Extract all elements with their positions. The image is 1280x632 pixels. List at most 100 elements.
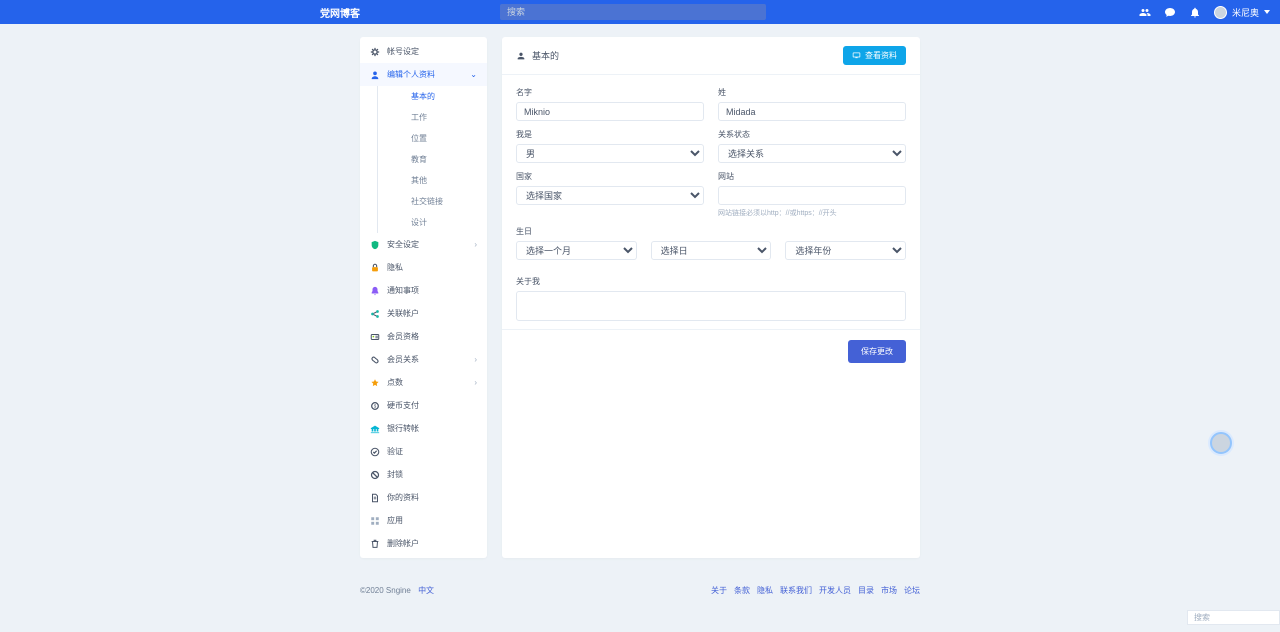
floating-chat-avatar[interactable] xyxy=(1210,432,1232,454)
footer-link[interactable]: 开发人员 xyxy=(819,586,851,595)
sidebar-item[interactable]: 编辑个人资料⌄ xyxy=(360,63,487,86)
label-relationship: 关系状态 xyxy=(718,129,906,140)
bank-icon xyxy=(370,424,380,434)
sidebar-item-label: 通知事项 xyxy=(387,285,419,296)
sidebar-item-label: 关联帐户 xyxy=(387,308,419,319)
bottom-search-bar[interactable]: 搜索 xyxy=(1187,610,1280,625)
sidebar-item[interactable]: 验证 xyxy=(360,440,487,463)
label-birthday: 生日 xyxy=(516,226,906,237)
country-select[interactable]: 选择国家 xyxy=(516,186,704,205)
label-first-name: 名字 xyxy=(516,87,704,98)
sidebar-item-label: 验证 xyxy=(387,446,403,457)
sidebar-item[interactable]: 应用 xyxy=(360,509,487,532)
label-last-name: 姓 xyxy=(718,87,906,98)
sidebar-item[interactable]: 帐号设定 xyxy=(360,40,487,63)
lock-icon xyxy=(370,263,380,273)
sidebar-item[interactable]: $硬币支付 xyxy=(360,394,487,417)
label-iam: 我是 xyxy=(516,129,704,140)
doc-icon xyxy=(370,493,380,503)
header: 党网博客 米尼奥 xyxy=(0,0,1280,24)
sidebar-sub-item[interactable]: 工作 xyxy=(406,107,487,128)
notifications-icon[interactable] xyxy=(1189,6,1201,18)
settings-sidebar: 帐号设定编辑个人资料⌄基本的工作位置教育其他社交链接设计安全设定›隐私通知事项关… xyxy=(360,37,487,558)
sidebar-item[interactable]: 点数› xyxy=(360,371,487,394)
sidebar-sub-item[interactable]: 设计 xyxy=(406,212,487,233)
label-about: 关于我 xyxy=(516,276,906,287)
trash-icon xyxy=(370,539,380,549)
sidebar-item-label: 删除帐户 xyxy=(387,538,419,549)
svg-text:$: $ xyxy=(374,403,377,408)
header-search xyxy=(500,4,766,20)
sidebar-item[interactable]: 删除帐户 xyxy=(360,532,487,555)
save-button[interactable]: 保存更改 xyxy=(848,340,906,363)
gear-icon xyxy=(370,47,380,57)
sidebar-sub-item[interactable]: 社交链接 xyxy=(406,191,487,212)
search-input[interactable] xyxy=(500,4,766,20)
sidebar-item[interactable]: 隐私 xyxy=(360,256,487,279)
footer-left: ©2020 Sngine 中文 xyxy=(360,585,434,596)
birth-month-select[interactable]: 选择一个月 xyxy=(516,241,637,260)
panel-header: 基本的 查看资料 xyxy=(502,37,920,75)
sidebar-item-label: 安全设定 xyxy=(387,239,419,250)
link-icon xyxy=(370,355,380,365)
chevron-icon: ⌄ xyxy=(470,70,477,79)
brand-logo[interactable]: 党网博客 xyxy=(320,5,360,20)
bell-icon xyxy=(370,286,380,296)
footer-link[interactable]: 联系我们 xyxy=(780,586,812,595)
page: 帐号设定编辑个人资料⌄基本的工作位置教育其他社交链接设计安全设定›隐私通知事项关… xyxy=(360,0,920,558)
messages-icon[interactable] xyxy=(1164,6,1176,18)
view-profile-button[interactable]: 查看资料 xyxy=(843,46,906,65)
footer-link[interactable]: 论坛 xyxy=(904,586,920,595)
sidebar-item[interactable]: 会员资格 xyxy=(360,325,487,348)
sidebar-item-label: 帐号设定 xyxy=(387,46,419,57)
chevron-icon: › xyxy=(474,355,477,364)
footer-link[interactable]: 隐私 xyxy=(757,586,773,595)
sidebar-item-label: 银行转帐 xyxy=(387,423,419,434)
about-textarea[interactable] xyxy=(516,291,906,321)
sidebar-item-label: 会员关系 xyxy=(387,354,419,365)
sidebar-sub-item[interactable]: 位置 xyxy=(406,128,487,149)
sidebar-sub-item[interactable]: 基本的 xyxy=(406,86,487,107)
sidebar-item[interactable]: 封锁 xyxy=(360,463,487,486)
sidebar-item[interactable]: 银行转帐 xyxy=(360,417,487,440)
birth-day-select[interactable]: 选择日 xyxy=(651,241,772,260)
check-icon xyxy=(370,447,380,457)
sidebar-item-label: 应用 xyxy=(387,515,403,526)
footer-link[interactable]: 条款 xyxy=(734,586,750,595)
friend-requests-icon[interactable] xyxy=(1139,6,1151,18)
sidebar-item-label: 封锁 xyxy=(387,469,403,480)
username: 米尼奥 xyxy=(1232,6,1259,19)
label-country: 国家 xyxy=(516,171,704,182)
sidebar-item-label: 你的资料 xyxy=(387,492,419,503)
copyright: ©2020 Sngine xyxy=(360,586,411,595)
sidebar-item[interactable]: 你的资料 xyxy=(360,486,487,509)
panel-footer: 保存更改 xyxy=(502,329,920,376)
last-name-input[interactable] xyxy=(718,102,906,121)
sidebar-sub-item[interactable]: 其他 xyxy=(406,170,487,191)
panel-body: 名字 姓 我是 男 关系状态 选择关系 xyxy=(502,75,920,329)
star-icon xyxy=(370,378,380,388)
chevron-icon: › xyxy=(474,378,477,387)
monitor-icon xyxy=(852,52,861,59)
sidebar-sub-item[interactable]: 教育 xyxy=(406,149,487,170)
footer-links: 关于条款隐私联系我们开发人员目录市场论坛 xyxy=(704,585,920,596)
website-input[interactable] xyxy=(718,186,906,205)
sidebar-item[interactable]: 关联帐户 xyxy=(360,302,487,325)
first-name-input[interactable] xyxy=(516,102,704,121)
birth-year-select[interactable]: 选择年份 xyxy=(785,241,906,260)
language-switch[interactable]: 中文 xyxy=(418,586,434,595)
coin-icon: $ xyxy=(370,401,380,411)
footer-link[interactable]: 关于 xyxy=(711,586,727,595)
user-menu[interactable]: 米尼奥 xyxy=(1214,6,1270,19)
footer-link[interactable]: 市场 xyxy=(881,586,897,595)
sidebar-item[interactable]: 会员关系 › xyxy=(360,348,487,371)
relationship-select[interactable]: 选择关系 xyxy=(718,144,906,163)
sidebar-item[interactable]: 通知事项 xyxy=(360,279,487,302)
user-icon xyxy=(370,70,380,80)
footer-link[interactable]: 目录 xyxy=(858,586,874,595)
sidebar-item[interactable]: 安全设定› xyxy=(360,233,487,256)
page-footer: ©2020 Sngine 中文 关于条款隐私联系我们开发人员目录市场论坛 xyxy=(360,578,920,612)
grid-icon xyxy=(370,516,380,526)
sidebar-submenu: 基本的工作位置教育其他社交链接设计 xyxy=(377,86,487,233)
gender-select[interactable]: 男 xyxy=(516,144,704,163)
